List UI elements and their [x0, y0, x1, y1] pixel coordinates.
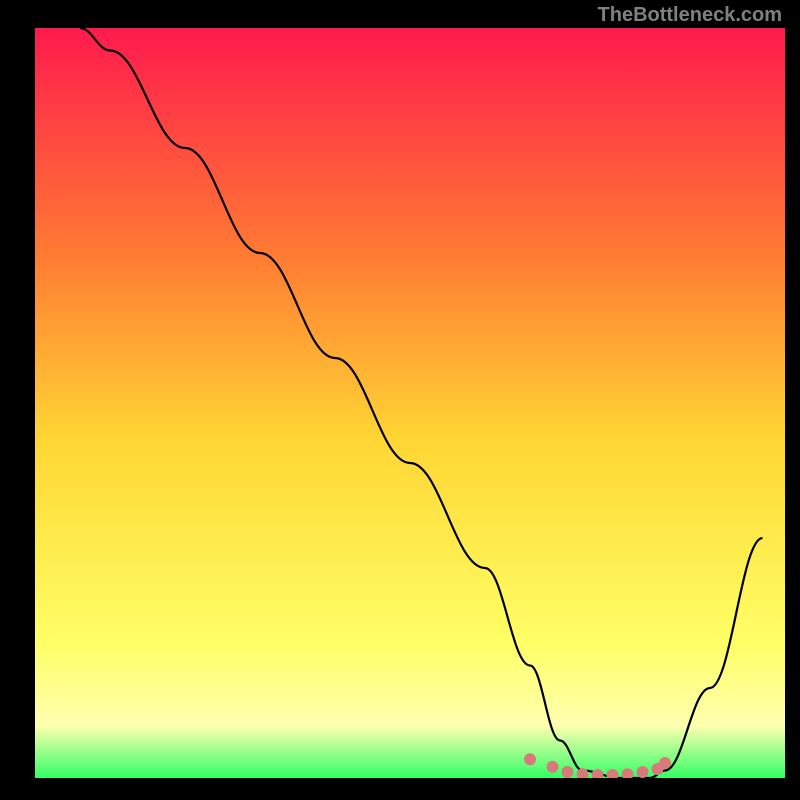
marker-dot — [659, 757, 671, 769]
chart-svg — [35, 28, 785, 778]
watermark-text: TheBottleneck.com — [598, 4, 782, 27]
plot-area — [35, 28, 785, 778]
chart-container: TheBottleneck.com — [0, 0, 800, 800]
marker-dot — [524, 753, 536, 765]
gradient-background — [35, 28, 785, 778]
marker-dot — [637, 766, 649, 778]
marker-dot — [562, 766, 574, 778]
marker-dot — [547, 761, 559, 773]
